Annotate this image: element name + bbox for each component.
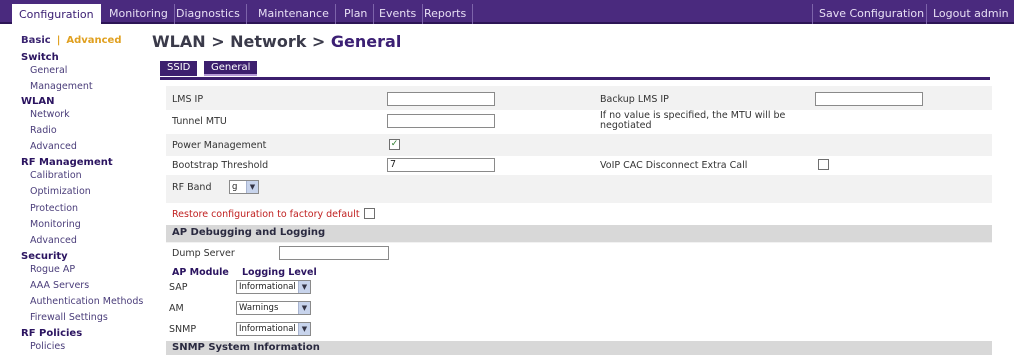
logging-level-sap-value: Informational — [239, 282, 296, 292]
voip-cac-label: VoIP CAC Disconnect Extra Call — [600, 160, 748, 171]
bootstrap-threshold-input[interactable]: 7 — [387, 158, 495, 172]
main-content: WLAN > Network > General SSID General LM… — [152, 26, 1014, 355]
logging-level-snmp[interactable]: Informational ▼ — [236, 322, 311, 336]
sidebar-item-network[interactable]: Network — [30, 109, 70, 120]
module-am: AM — [169, 303, 184, 314]
bootstrap-threshold-label: Bootstrap Threshold — [172, 160, 269, 171]
dump-server-row: Dump Server — [166, 243, 992, 265]
tab-monitoring[interactable]: Monitoring — [103, 4, 175, 24]
sidebar: Basic | Advanced Switch General Management… — [0, 26, 143, 355]
tunnel-mtu-input[interactable] — [387, 114, 495, 128]
chevron-down-icon: ▼ — [298, 323, 310, 335]
rf-band-value: g — [232, 182, 238, 192]
general-form: LMS IP Backup LMS IP Tunnel MTU If no va… — [166, 86, 992, 355]
mode-advanced[interactable]: Advanced — [66, 35, 121, 46]
sidebar-item-monitoring[interactable]: Monitoring — [30, 219, 81, 230]
tab-diagnostics[interactable]: Diagnostics — [170, 4, 247, 24]
sidebar-item-policies[interactable]: Policies — [30, 341, 65, 352]
lms-ip-input[interactable] — [387, 92, 495, 106]
mode-basic[interactable]: Basic — [21, 35, 51, 46]
sidebar-item-rogue-ap[interactable]: Rogue AP — [30, 264, 75, 275]
bootstrap-row: Bootstrap Threshold 7 VoIP CAC Disconnec… — [166, 156, 992, 175]
tab-configuration[interactable]: Configuration — [12, 4, 101, 25]
tab-general[interactable]: General — [204, 61, 258, 76]
logging-level-snmp-value: Informational — [239, 324, 296, 334]
sidebar-item-advanced[interactable]: Advanced — [30, 141, 77, 152]
rf-band-row: RF Band g ▼ — [166, 177, 992, 199]
tab-events[interactable]: Events — [373, 4, 424, 24]
sidebar-section-rf-policies: RF Policies — [21, 328, 83, 339]
restore-row: Restore configuration to factory default — [166, 203, 992, 225]
dump-server-input[interactable] — [279, 246, 389, 260]
lms-ip-row: LMS IP Backup LMS IP — [166, 90, 992, 109]
sidebar-item-aaa-servers[interactable]: AAA Servers — [30, 280, 89, 291]
sidebar-item-calibration[interactable]: Calibration — [30, 170, 82, 181]
tab-reports[interactable]: Reports — [418, 4, 474, 24]
breadcrumb-path: WLAN > Network > — [152, 32, 331, 51]
tab-plan[interactable]: Plan — [338, 4, 375, 24]
restore-factory-default-checkbox[interactable] — [364, 208, 375, 219]
power-management-label: Power Management — [172, 140, 267, 151]
backup-lms-ip-label: Backup LMS IP — [600, 94, 669, 105]
backup-lms-ip-input[interactable] — [815, 92, 923, 106]
chevron-down-icon: ▼ — [246, 181, 258, 193]
logging-level-am[interactable]: Warnings ▼ — [236, 301, 311, 315]
tunnel-mtu-label: Tunnel MTU — [172, 116, 227, 127]
chevron-down-icon: ▼ — [298, 281, 310, 293]
lms-ip-label: LMS IP — [172, 94, 204, 105]
sidebar-section-switch: Switch — [21, 52, 59, 63]
tab-ssid[interactable]: SSID — [160, 61, 198, 76]
sidebar-item-firewall-settings[interactable]: Firewall Settings — [30, 312, 108, 323]
sidebar-item-management[interactable]: Management — [30, 81, 93, 92]
logging-table: AP Module Logging Level SAP Informationa… — [166, 265, 992, 351]
logging-level-am-value: Warnings — [239, 303, 279, 313]
sidebar-section-rf-management: RF Management — [21, 157, 113, 168]
top-navigation: Configuration Monitoring Diagnostics Mai… — [0, 0, 1014, 25]
mtu-note: If no value is specified, the MTU will b… — [600, 110, 786, 131]
sidebar-section-security: Security — [21, 251, 68, 262]
sidebar-section-wlan: WLAN — [21, 96, 55, 107]
col-ap-module: AP Module — [172, 267, 229, 278]
breadcrumb-current: General — [330, 32, 402, 51]
tab-maintenance[interactable]: Maintenance — [252, 4, 336, 24]
power-management-row: Power Management ✓ — [166, 136, 992, 155]
ap-debugging-section-title: AP Debugging and Logging — [166, 225, 992, 242]
sidebar-item-radio[interactable]: Radio — [30, 125, 57, 136]
logout-button[interactable]: Logout admin — [926, 4, 1014, 24]
breadcrumb: WLAN > Network > General — [152, 32, 401, 51]
sidebar-item-protection[interactable]: Protection — [30, 203, 78, 214]
mode-switch: Basic | Advanced — [21, 35, 122, 46]
tunnel-mtu-row: Tunnel MTU If no value is specified, the… — [166, 110, 992, 134]
sidebar-item-authentication-methods[interactable]: Authentication Methods — [30, 296, 143, 307]
rf-band-label: RF Band — [172, 182, 212, 193]
col-logging-level: Logging Level — [242, 267, 317, 278]
tab-rule — [160, 77, 990, 80]
sidebar-item-optimization[interactable]: Optimization — [30, 186, 91, 197]
save-configuration-button[interactable]: Save Configuration — [812, 4, 930, 24]
voip-cac-checkbox[interactable] — [818, 159, 829, 170]
module-snmp: SNMP — [169, 324, 197, 335]
rf-band-select[interactable]: g ▼ — [229, 180, 259, 194]
logging-level-sap[interactable]: Informational ▼ — [236, 280, 311, 294]
sidebar-item-general[interactable]: General — [30, 65, 67, 76]
restore-factory-default-label: Restore configuration to factory default — [172, 209, 360, 220]
snmp-section-title: SNMP System Information — [166, 341, 992, 355]
module-sap: SAP — [169, 282, 188, 293]
chevron-down-icon: ▼ — [298, 302, 310, 314]
power-management-checkbox[interactable]: ✓ — [389, 139, 400, 150]
dump-server-label: Dump Server — [172, 248, 235, 259]
sidebar-item-rf-advanced[interactable]: Advanced — [30, 235, 77, 246]
